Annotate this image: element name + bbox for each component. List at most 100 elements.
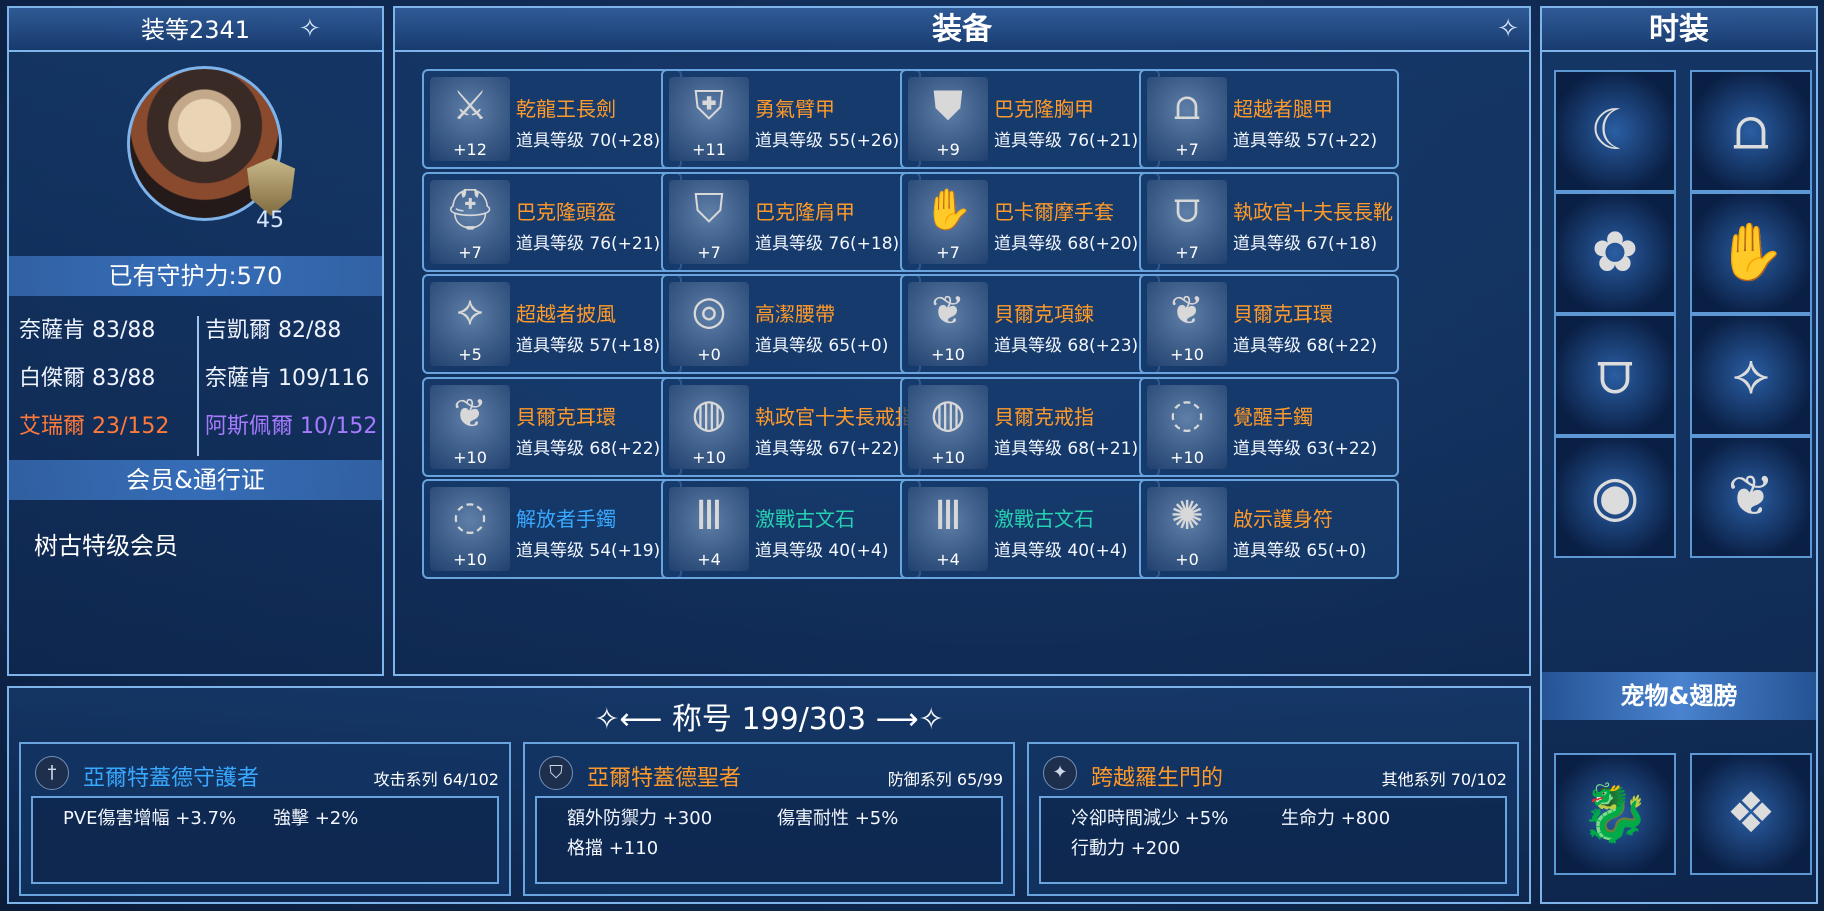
enhance-level: +10 (453, 447, 487, 467)
equipment-slot[interactable]: Ⅲ +4 激戰古文石 道具等级 40(+4) (900, 479, 1160, 579)
equipment-item-level: 道具等级 70(+28) (516, 131, 661, 151)
fashion-slot[interactable]: ⩍ (1690, 70, 1812, 192)
equipment-slot[interactable]: ✺ +0 啟示護身符 道具等级 65(+0) (1139, 479, 1399, 579)
membership-value: 树古特级会员 (34, 532, 178, 560)
equipment-thumbnail: ❦ +10 (430, 384, 510, 469)
equipment-slot[interactable]: ⛊ +9 巴克隆胸甲 道具等级 76(+21) (900, 69, 1160, 169)
equipment-title: 装备 (395, 8, 1529, 52)
equipment-name: 執政官十夫長長靴 (1233, 199, 1393, 224)
equipment-name: 巴克隆肩甲 (755, 199, 855, 224)
equipment-slot[interactable]: ⩌ +7 執政官十夫長長靴 道具等级 67(+18) (1139, 171, 1399, 272)
equipment-slot[interactable]: ✋ +7 巴卡爾摩手套 道具等级 68(+20) (900, 171, 1160, 272)
equipment-slot[interactable]: ◎ +0 高潔腰帶 道具等级 65(+0) (661, 274, 921, 374)
enhance-level: +10 (1170, 447, 1204, 467)
title-stats-box: PVE傷害增幅 +3.7% 強擊 +2% (31, 796, 499, 884)
title-name: 跨越羅生門的 (1091, 766, 1224, 791)
stat-item: 吉凱爾 82/88 (205, 318, 342, 343)
equipment-slot[interactable]: ⛉ +7 巴克隆肩甲 道具等级 76(+18) (661, 171, 921, 272)
title-stat: 額外防禦力 +300 (567, 808, 713, 829)
equipment-item-level: 道具等级 55(+26) (755, 131, 900, 151)
equipment-item-level: 道具等级 68(+21) (994, 438, 1139, 459)
belt-icon: ◎ (691, 288, 727, 334)
gloves-icon: ✋ (923, 186, 973, 233)
star-emblem-icon: ✦ (1043, 756, 1077, 790)
equipment-item-level: 道具等级 65(+0) (1233, 541, 1367, 561)
pet-wing-header: 宠物&翅膀 (1542, 672, 1816, 720)
equipment-item-level: 道具等级 67(+22) (755, 438, 900, 459)
titles-count: 称号 199/303 (671, 702, 867, 737)
title-card[interactable]: ⛉ 亞爾特蓋德聖者 防御系列 65/99 額外防禦力 +300 傷害耐性 +5% 格擋 +… (523, 742, 1015, 896)
equipment-thumbnail: ◎ +0 (669, 282, 749, 366)
fashion-title: 时装 (1542, 8, 1816, 52)
leg-armor-icon: ⩍ (1174, 83, 1200, 129)
enhance-level: +0 (1175, 550, 1199, 569)
enhance-level: +11 (692, 140, 726, 159)
stat-divider (197, 316, 199, 456)
guard-power-bar: 已有守护力:570 (9, 256, 382, 296)
shield-emblem-icon: ⛉ (539, 756, 573, 790)
fashion-slot[interactable]: ❦ (1690, 436, 1812, 558)
avatar[interactable] (127, 66, 295, 226)
fashion-slot[interactable]: ⩌ (1554, 314, 1676, 436)
helmet-icon: ⛑ (444, 186, 496, 233)
equipment-slot[interactable]: ⛨ +11 勇氣臂甲 道具等级 55(+26) (661, 69, 921, 169)
equipment-thumbnail: ⚔ +12 (430, 77, 510, 161)
equipment-slot[interactable]: ❦ +10 貝爾克項鍊 道具等级 68(+23) (900, 274, 1160, 374)
necklace-icon: ❦ (931, 288, 965, 334)
equipment-slot[interactable]: ⟡ +5 超越者披風 道具等级 57(+18) (422, 274, 682, 374)
stat-item: 奈薩肯 83/88 (19, 318, 156, 343)
ring-icon: ◍ (930, 390, 966, 437)
equipment-slot[interactable]: ⚔ +12 乾龍王長劍 道具等级 70(+28) (422, 69, 682, 169)
equipment-slot[interactable]: ◍ +10 貝爾克戒指 道具等级 68(+21) (900, 376, 1160, 477)
arm-guard-icon: ⛨ (694, 83, 724, 129)
hair-ornament-icon: ✿ (1591, 220, 1639, 285)
equipment-slot[interactable]: ◍ +10 執政官十夫長戒指 道具等级 67(+22) (661, 376, 921, 477)
equipment-item-level: 道具等级 40(+4) (755, 541, 889, 561)
title-stat: PVE傷害增幅 +3.7% (63, 808, 237, 829)
fashion-slot[interactable]: ✿ (1554, 192, 1676, 314)
fashion-slot[interactable]: ✋ (1690, 192, 1812, 314)
pants-icon: ⩍ (1732, 98, 1770, 163)
equipment-item-level: 道具等级 76(+21) (994, 131, 1139, 151)
wing-ornament-icon: ❦ (1727, 464, 1775, 529)
equipment-slot[interactable]: Ⅲ +4 激戰古文石 道具等级 40(+4) (661, 479, 921, 579)
equipment-thumbnail: ◌ +10 (430, 487, 510, 571)
title-stats-box: 冷卻時間減少 +5% 生命力 +800 行動力 +200 (1039, 796, 1507, 884)
equipment-slot[interactable]: ◌ +10 覺醒手鐲 道具等级 63(+22) (1139, 376, 1399, 477)
equipment-thumbnail: ❦ +10 (1147, 282, 1227, 366)
arrow-right-icon[interactable]: ⟶✧ (866, 702, 944, 737)
headgear-icon: ☾ (1589, 98, 1641, 163)
fashion-slot[interactable]: ☾ (1554, 70, 1676, 192)
title-card[interactable]: ✦ 跨越羅生門的 其他系列 70/102 冷卻時間減少 +5% 生命力 +800 行動力 … (1027, 742, 1519, 896)
equipment-name: 貝爾克耳環 (1233, 302, 1333, 326)
arrow-left-icon[interactable]: ✧⟵ (594, 702, 672, 737)
enhance-level: +4 (936, 550, 960, 569)
pet-wing-slot[interactable]: 🐉 (1554, 753, 1676, 875)
cape-icon: ⟡ (1732, 342, 1770, 407)
equipment-thumbnail: ✋ +7 (908, 179, 988, 264)
equipment-item-level: 道具等级 57(+18) (516, 336, 661, 356)
enhance-level: +10 (931, 447, 965, 467)
equipment-slot[interactable]: ⛑ +7 巴克隆頭盔 道具等级 76(+21) (422, 171, 682, 272)
equipment-thumbnail: ⛑ +7 (430, 179, 510, 264)
equipment-name: 啟示護身符 (1233, 507, 1333, 531)
equipment-slot[interactable]: ❦ +10 貝爾克耳環 道具等级 68(+22) (1139, 274, 1399, 374)
enhance-level: +7 (1175, 242, 1199, 262)
fashion-slot[interactable]: ⟡ (1690, 314, 1812, 436)
equipment-thumbnail: Ⅲ +4 (669, 487, 749, 571)
equipment-slot[interactable]: ❦ +10 貝爾克耳環 道具等级 68(+22) (422, 376, 682, 477)
equipment-panel: 装备 ✧ ⚔ +12 乾龍王長劍 道具等级 70(+28) ⛨ +11 勇氣臂甲 道具等级 5… (393, 6, 1531, 676)
equipment-slot[interactable]: ⩍ +7 超越者腿甲 道具等级 57(+22) (1139, 69, 1399, 169)
equipment-item-level: 道具等级 68(+23) (994, 336, 1139, 356)
star-decoration-icon: ✧ (1497, 14, 1519, 44)
equipment-thumbnail: ⟡ +5 (430, 282, 510, 366)
chest-armor-icon: ⛊ (933, 83, 963, 129)
pet-wing-slot[interactable]: ❖ (1690, 753, 1812, 875)
enhance-level: +7 (697, 242, 721, 262)
fashion-slot[interactable]: ◉ (1554, 436, 1676, 558)
sword-emblem-icon: † (35, 756, 69, 790)
title-card[interactable]: † 亞爾特蓋德守護者 攻击系列 64/102 PVE傷害增幅 +3.7% 強擊 +2% (19, 742, 511, 896)
rune-stone-icon: Ⅲ (934, 493, 962, 539)
fashion-panel: 时装 ☾ ⩍ ✿ ✋ ⩌ ⟡ ◉ ❦ 宠物&翅膀 🐉 ❖ (1540, 6, 1818, 904)
equipment-slot[interactable]: ◌ +10 解放者手鐲 道具等级 54(+19) (422, 479, 682, 579)
